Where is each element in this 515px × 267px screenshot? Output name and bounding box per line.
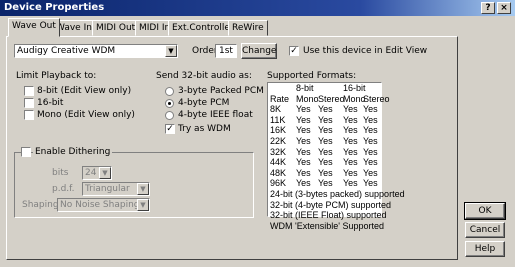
send32-3byte-label: 3-byte Packed PCM (178, 86, 264, 96)
bits-label: bits (52, 168, 69, 178)
send32-ieee-radio[interactable] (165, 111, 174, 120)
bits-select[interactable]: 24 ▼ (82, 166, 112, 180)
supported-formats-title: Supported Formats: (267, 71, 357, 81)
supported-formats-list[interactable]: 8-bit 16-bit Rate MonoStereoMonoStereo 8K Y… (267, 82, 405, 231)
format-row: 32K Yes Yes Yes Yes (270, 146, 378, 157)
ok-button[interactable]: OK (464, 202, 506, 220)
shaping-label: Shaping (22, 200, 59, 210)
chevron-down-icon: ▼ (165, 45, 177, 57)
tab-rewire[interactable]: ReWire (228, 20, 268, 36)
chevron-down-icon: ▼ (137, 199, 149, 211)
cancel-button[interactable]: Cancel (465, 222, 505, 238)
try-wdm-checkbox[interactable]: ✓ (165, 124, 175, 134)
change-order-button[interactable]: Change (241, 43, 277, 59)
shaping-select[interactable]: No Noise Shaping ▼ (57, 198, 150, 212)
pdf-label: p.d.f. (52, 184, 75, 194)
limit-mono-checkbox[interactable] (24, 110, 34, 120)
limit-8bit-checkbox[interactable] (24, 86, 34, 96)
format-row: 16K Yes Yes Yes Yes (270, 125, 378, 136)
limit-mono-label: Mono (Edit View only) (37, 110, 135, 120)
enable-dithering-label: Enable Dithering (33, 147, 113, 157)
chevron-down-icon: ▼ (137, 183, 149, 195)
format-note: 24-bit (3-bytes packed) supported (270, 188, 405, 199)
help-title-button[interactable]: ? (481, 2, 495, 14)
enable-dithering-checkbox[interactable] (21, 147, 31, 157)
chevron-down-icon: ▼ (99, 167, 111, 179)
order-field: 1st (215, 44, 237, 58)
title-bar: Device Properties (0, 0, 515, 16)
send32-3byte-radio[interactable] (165, 87, 174, 96)
format-row: 48K Yes Yes Yes Yes (270, 167, 378, 178)
limit-16bit-label: 16-bit (37, 98, 64, 108)
window-title: Device Properties (4, 2, 105, 13)
format-row: 44K Yes Yes Yes Yes (270, 157, 378, 168)
formats-header-row-2: Rate MonoStereoMonoStereo (270, 93, 390, 104)
try-wdm-label: Try as WDM (178, 124, 231, 134)
device-select[interactable]: Audigy Creative WDM ▼ (14, 44, 178, 58)
format-row: 8K Yes Yes Yes Yes (270, 104, 378, 115)
format-row: 22K Yes Yes Yes Yes (270, 135, 378, 146)
send32-title: Send 32-bit audio as: (156, 71, 252, 81)
format-row: 11K Yes Yes Yes Yes (270, 114, 378, 125)
use-in-edit-view-label: Use this device in Edit View (303, 46, 428, 56)
tab-midi-out[interactable]: MIDI Out (92, 20, 140, 36)
formats-header-row-1: 8-bit 16-bit (296, 83, 366, 93)
limit-playback-title: Limit Playback to: (16, 71, 97, 81)
send32-4byte-pcm-radio[interactable] (165, 99, 174, 108)
send32-ieee-label: 4-byte IEEE float (178, 110, 253, 120)
format-note: 32-bit (IEEE Float) supported (270, 210, 387, 221)
close-title-button[interactable]: × (497, 2, 511, 14)
limit-8bit-label: 8-bit (Edit View only) (37, 86, 132, 96)
limit-16bit-checkbox[interactable] (24, 98, 34, 108)
format-note: WDM 'Extensible' Supported (270, 220, 384, 231)
tab-wave-out[interactable]: Wave Out (8, 18, 60, 37)
order-label: Order (192, 46, 218, 56)
send32-4byte-pcm-label: 4-byte PCM (178, 98, 230, 108)
use-in-edit-view-checkbox[interactable]: ✓ (289, 46, 299, 56)
format-row: 96K Yes Yes Yes Yes (270, 178, 378, 189)
format-note: 32-bit (4-byte PCM) supported (270, 199, 392, 210)
help-button[interactable]: Help (465, 241, 505, 257)
pdf-select[interactable]: Triangular ▼ (82, 182, 150, 196)
